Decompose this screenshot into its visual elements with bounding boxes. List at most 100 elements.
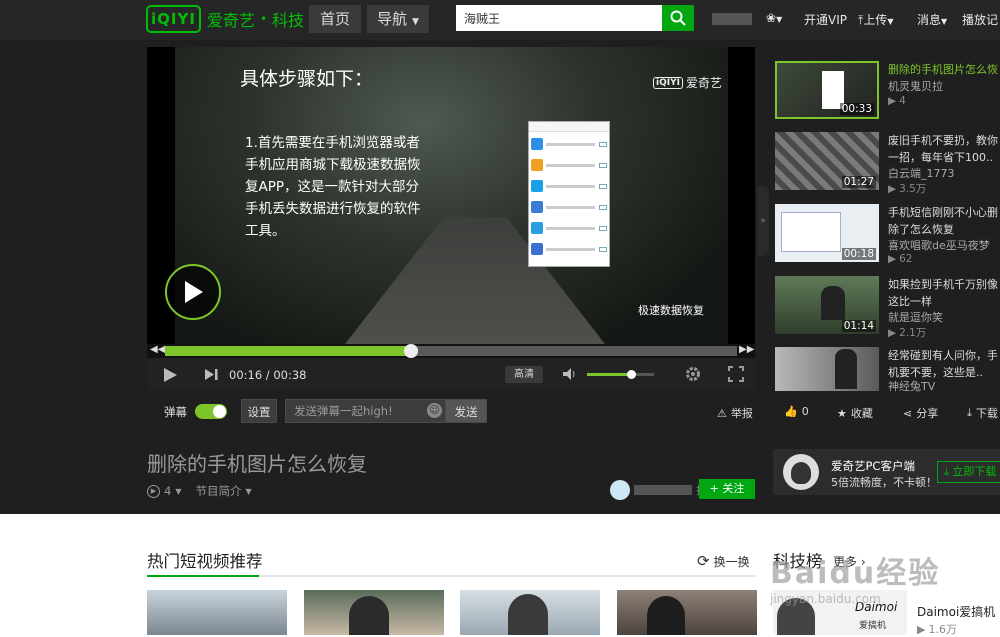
refresh-button[interactable]: ⟳ 换一换 [697, 552, 750, 570]
video-thumbnail: 01:27 [775, 132, 879, 190]
app-tag [599, 204, 607, 210]
next-icon[interactable] [204, 368, 218, 381]
player-controls: 00:16 / 00:38 高清 [147, 358, 755, 390]
view-count: 3.5万 [899, 183, 927, 195]
video-author[interactable]: 机灵鬼贝拉 [888, 78, 943, 94]
video-title-link[interactable]: 手机短信刚刚不小心删除了怎么恢复 [888, 204, 1000, 238]
app-tag [599, 162, 607, 168]
user-avatar-dropdown[interactable]: ❀▼ [766, 11, 782, 25]
history-button[interactable]: 播放记 [962, 11, 998, 28]
app-tag [599, 183, 607, 189]
report-label: 举报 [730, 407, 753, 420]
video-title-link[interactable]: 如果捡到手机千万别像这比一样 [888, 276, 1000, 310]
video-player[interactable]: 具体步骤如下： 1.首先需要在手机浏览器或者手机应用商城下载极速数据恢复APP，… [147, 47, 755, 344]
video-author[interactable]: 喜欢唱歌de巫马夜梦 [888, 237, 990, 253]
fast-forward-icon[interactable]: ▶▶ [739, 344, 754, 355]
refresh-label: 换一换 [713, 554, 750, 569]
messages-button[interactable]: 消息▼ [917, 11, 947, 28]
big-play-button[interactable] [165, 264, 221, 320]
upload-button[interactable]: ⤒上传▼ [858, 11, 893, 28]
chevron-down-icon: ▼ [175, 486, 182, 496]
related-video-item[interactable]: 01:14 如果捡到手机千万别像这比一样 就是逗你笑 ▶ 2.1万 [775, 276, 1000, 339]
sidebar-expand-tab[interactable]: » [757, 186, 769, 256]
emoji-icon[interactable]: ☺ [427, 403, 442, 418]
hot-video-card[interactable] [304, 590, 444, 635]
rewind-icon[interactable]: ◀◀ [150, 344, 165, 355]
promo-download-button[interactable]: ⤓ 立即下载 [937, 461, 1000, 483]
related-video-item[interactable]: 00:33 删除的手机图片怎么恢复 机灵鬼贝拉 ▶4 [775, 61, 1000, 121]
chevron-down-icon: ▼ [887, 17, 894, 26]
bullet-label: 弹幕 [164, 405, 187, 419]
related-video-item[interactable]: 00:18 手机短信刚刚不小心删除了怎么恢复 喜欢唱歌de巫马夜梦 ▶ 62 [775, 204, 1000, 265]
follow-button[interactable]: + 关注 [699, 479, 755, 499]
iqiyi-watermark-mark: iQIYI [653, 76, 683, 89]
app-tag [599, 141, 607, 147]
username-blurred[interactable] [712, 13, 752, 25]
app-icon [531, 222, 543, 234]
time-display: 00:16 / 00:38 [229, 368, 307, 382]
video-title-link[interactable]: 废旧手机不要扔，教你一招，每年省下100.. [888, 132, 1000, 166]
video-thumbnail: 00:18 [775, 204, 879, 262]
hot-video-card[interactable] [460, 590, 600, 635]
video-title-link[interactable]: 经常碰到有人问你，手机要不要，这些是.. [888, 347, 1000, 381]
video-duration: 01:14 [841, 320, 876, 332]
quality-button[interactable]: 高清 [505, 366, 543, 383]
slide-title: 具体步骤如下： [240, 68, 374, 90]
bullet-placeholder: 发送弹幕一起high! [294, 404, 393, 418]
bullet-input[interactable]: 发送弹幕一起high! ☺ [285, 399, 447, 423]
share-button[interactable]: ⋖ 分享 [903, 405, 938, 421]
video-author[interactable]: 就是逗你笑 [888, 309, 943, 325]
rank-video-name[interactable]: Daimoi爱搞机 [917, 603, 995, 620]
search-button[interactable] [662, 5, 694, 31]
video-thumbnail: 01:14 [775, 276, 879, 334]
download-button[interactable]: ⤓ 下载 [967, 405, 998, 421]
iqiyi-logo-mark: iQIYI [146, 5, 201, 33]
report-button[interactable]: ⚠ 举报 [717, 405, 753, 421]
upload-label: 上传 [863, 13, 888, 27]
rank-thumb-subtext: 爱搞机 [859, 621, 887, 631]
app-text-line [546, 184, 595, 188]
video-views: ▶ 2.1万 [888, 325, 926, 340]
video-author[interactable]: 神经兔TV [888, 378, 935, 394]
favorite-button[interactable]: ★ 收藏 [837, 405, 873, 421]
phone-app-row [531, 177, 607, 195]
play-icon[interactable] [162, 367, 178, 383]
fullscreen-icon[interactable] [728, 366, 744, 382]
star-icon: ★ [837, 406, 847, 420]
player-letterbox-right [728, 47, 755, 344]
time-separator: / [262, 368, 274, 382]
related-video-item[interactable]: 01:27 废旧手机不要扔，教你一招，每年省下100.. 白云端_1773 ▶ 3… [775, 132, 1000, 195]
progress-track[interactable] [165, 344, 737, 358]
pc-client-promo: 爱奇艺PC客户端 5倍流畅度，不卡顿！ ⤓ 立即下载 [773, 449, 1000, 495]
volume-handle[interactable] [626, 370, 636, 379]
uploader[interactable]: 拉 [610, 480, 707, 500]
channel-name[interactable]: 科技 [272, 7, 304, 31]
hot-video-card[interactable] [147, 590, 287, 635]
nav-home-button[interactable]: 首页 [309, 5, 361, 33]
site-logo[interactable]: iQIYI 爱奇艺 • 科技 [146, 3, 304, 35]
thumbnail-person [821, 286, 845, 320]
volume-icon[interactable] [562, 367, 579, 381]
settings-gear-icon[interactable] [684, 365, 702, 383]
app-tag [599, 225, 607, 231]
search-input[interactable] [456, 5, 662, 31]
related-video-item[interactable]: 经常碰到有人问你，手机要不要，这些是.. 神经兔TV [775, 347, 1000, 407]
app-icon [531, 180, 543, 192]
progress-handle[interactable] [403, 344, 418, 358]
logo-text: 爱奇艺 [206, 11, 255, 30]
bullet-toggle[interactable] [195, 404, 227, 419]
intro-toggle[interactable]: 节目简介 [195, 483, 241, 499]
nav-guide-dropdown[interactable]: 导航 ▼ [367, 5, 429, 33]
send-bullet-button[interactable]: 发送 [445, 399, 487, 423]
phone-app-row [531, 198, 607, 216]
video-author[interactable]: 白云端_1773 [888, 165, 955, 181]
volume-slider[interactable] [587, 370, 654, 379]
bullet-settings-button[interactable]: 设置 [241, 399, 277, 423]
progress-bar[interactable]: ◀◀ ▶▶ [147, 344, 755, 358]
view-count: 4 [899, 95, 906, 107]
vip-link[interactable]: 开通VIP [804, 11, 847, 28]
video-title-link[interactable]: 删除的手机图片怎么恢复 [888, 61, 1000, 78]
video-thumbnail [775, 347, 879, 391]
card-person [508, 594, 548, 635]
hot-video-card[interactable] [617, 590, 757, 635]
